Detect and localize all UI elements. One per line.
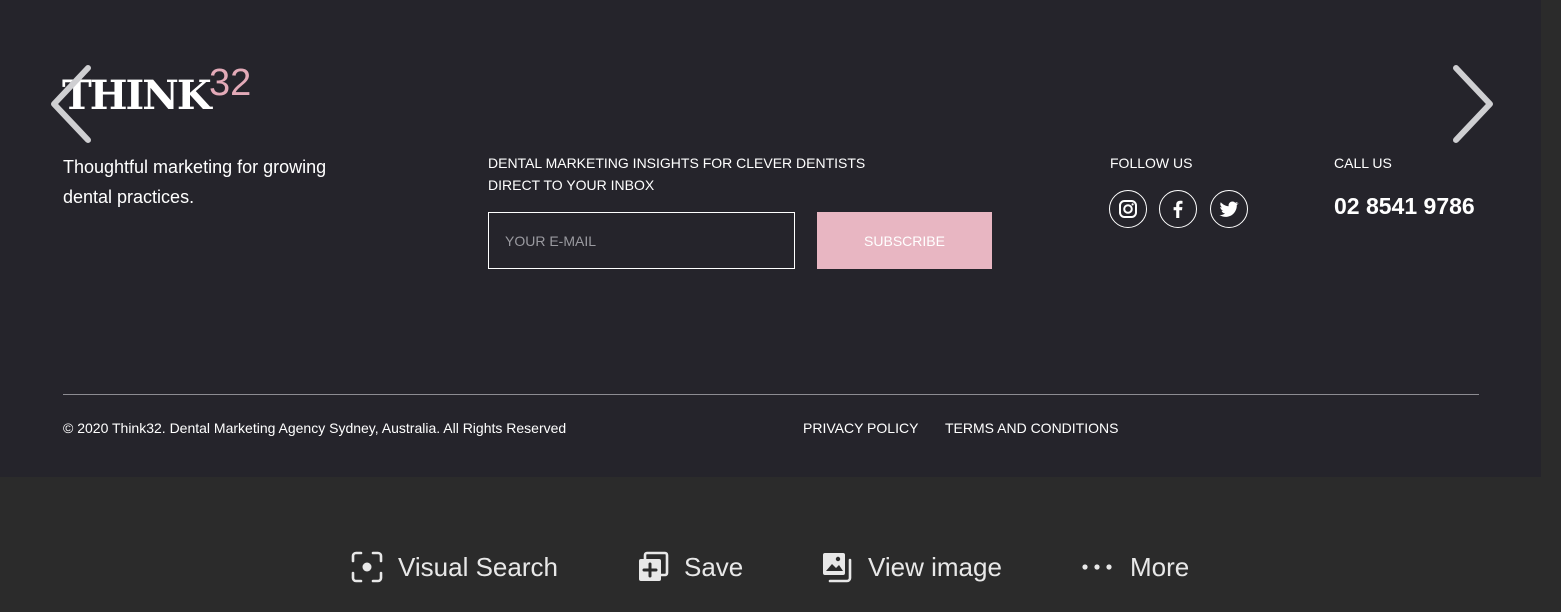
viewer-action-bar (0, 477, 1561, 612)
visual-search-label: Visual Search (398, 551, 558, 582)
facebook-icon[interactable] (1159, 190, 1197, 228)
next-image-button[interactable] (1448, 64, 1498, 148)
terms-link[interactable]: TERMS AND CONDITIONS (945, 420, 1118, 436)
visual-search-button[interactable]: Visual Search (350, 545, 558, 589)
newsletter-heading-line-1: DENTAL MARKETING INSIGHTS FOR CLEVER DEN… (488, 155, 866, 171)
chevron-left-icon (46, 62, 96, 151)
image-viewer: THINK 32 Thoughtful marketing for growin… (0, 0, 1561, 612)
call-us-heading: CALL US (1334, 155, 1392, 171)
more-label: More (1130, 551, 1190, 582)
privacy-policy-link[interactable]: PRIVACY POLICY (803, 420, 918, 436)
save-icon (636, 550, 670, 584)
newsletter-heading: DENTAL MARKETING INSIGHTS FOR CLEVER DEN… (488, 152, 948, 196)
previous-image-button[interactable] (46, 64, 96, 148)
website-footer-image: THINK 32 Thoughtful marketing for growin… (0, 0, 1541, 477)
save-button[interactable]: Save (636, 545, 743, 589)
tagline-line-1: Thoughtful marketing for growing (63, 157, 327, 177)
visual-search-icon (350, 550, 384, 584)
viewer-gutter (1541, 0, 1561, 477)
twitter-icon[interactable] (1210, 190, 1248, 228)
footer-divider (63, 394, 1479, 395)
more-button[interactable]: More (1080, 545, 1189, 589)
more-icon (1080, 550, 1116, 584)
newsletter-heading-line-2: DIRECT TO YOUR INBOX (488, 177, 655, 193)
phone-number[interactable]: 02 8541 9786 (1334, 193, 1475, 220)
logo-number: 32 (209, 62, 252, 104)
tagline: Thoughtful marketing for growing dental … (63, 152, 393, 212)
view-image-button[interactable]: View image (820, 545, 1002, 589)
save-label: Save (684, 551, 744, 582)
view-image-label: View image (868, 551, 1002, 582)
subscribe-button[interactable]: SUBSCRIBE (817, 212, 992, 269)
copyright-text: © 2020 Think32. Dental Marketing Agency … (63, 420, 567, 436)
view-image-icon (820, 550, 854, 584)
tagline-line-2: dental practices. (63, 187, 195, 207)
email-input[interactable] (488, 212, 795, 269)
follow-us-heading: FOLLOW US (1110, 155, 1193, 171)
instagram-icon[interactable] (1109, 190, 1147, 228)
chevron-right-icon (1448, 62, 1498, 151)
